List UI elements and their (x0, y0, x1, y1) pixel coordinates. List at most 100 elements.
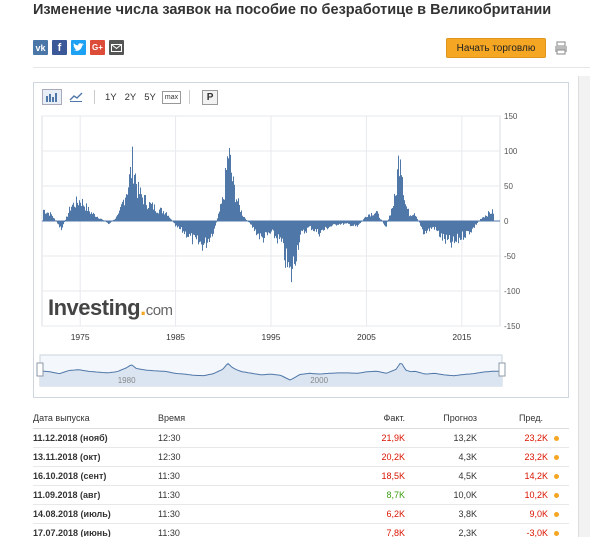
bar (98, 218, 99, 221)
range-2y[interactable]: 2Y (123, 92, 139, 103)
bar (181, 221, 182, 228)
bar (226, 169, 227, 221)
bar (240, 212, 241, 221)
bar (348, 221, 349, 224)
navigator-right-handle[interactable] (498, 362, 506, 377)
range-1y[interactable]: 1Y (103, 92, 119, 103)
bar (414, 213, 415, 221)
bar (222, 197, 223, 221)
email-icon[interactable] (109, 40, 124, 55)
bar (199, 221, 200, 243)
time-cell: 11:30 (158, 504, 278, 524)
bar (353, 221, 354, 226)
bar (63, 221, 64, 225)
bar (407, 208, 408, 221)
range-5y[interactable]: 5Y (142, 92, 158, 103)
p-button[interactable]: P (202, 89, 219, 105)
investing-logo: Investing.com (48, 295, 173, 320)
bar (359, 221, 360, 224)
google-plus-icon[interactable]: G+ (90, 40, 105, 55)
bar (123, 199, 124, 221)
bar (54, 218, 55, 221)
bar (75, 207, 76, 221)
bar (395, 195, 396, 221)
bar (406, 206, 407, 221)
bar (444, 221, 445, 240)
bar (159, 209, 160, 221)
bar (437, 221, 438, 232)
previous-cell: 23,2K (477, 447, 569, 467)
bar (476, 221, 477, 225)
bar (135, 173, 136, 221)
bar (189, 221, 190, 234)
bar (487, 216, 488, 221)
twitter-icon[interactable] (71, 40, 86, 55)
bar (141, 194, 142, 221)
bar (51, 214, 52, 221)
bar (411, 216, 412, 221)
vk-icon[interactable]: vk (33, 40, 48, 55)
actual-cell: 18,5K (278, 466, 405, 486)
bar (430, 221, 431, 228)
bar (176, 221, 177, 226)
navigator-left-handle[interactable] (36, 362, 44, 377)
range-max[interactable]: max (161, 90, 182, 104)
bar (419, 221, 420, 223)
bar (243, 216, 244, 221)
bar (69, 206, 70, 221)
chart-container: 150 100 50 0 -50 -100 -150 1975 1985 1995 2005 2015… (33, 82, 569, 398)
bar (318, 221, 319, 235)
bar (266, 221, 267, 233)
bar (478, 221, 479, 222)
bar (104, 220, 105, 222)
actual-cell: 7,8K (278, 523, 405, 537)
bar (258, 221, 259, 234)
start-trading-button[interactable]: Начать торговлю (446, 38, 546, 58)
bar (431, 221, 432, 229)
page-scrollbar[interactable] (578, 76, 590, 537)
facebook-icon[interactable]: f (52, 40, 67, 55)
x-tick-label: 1985 (166, 332, 185, 342)
bar (87, 210, 88, 221)
bar (232, 181, 233, 221)
history-table: Дата выпуска Время Факт. Прогноз Пред. 1… (33, 408, 569, 537)
previous-cell: -3,0K (477, 523, 569, 537)
bar (442, 221, 443, 241)
line-chart-icon[interactable] (66, 89, 86, 105)
bar (300, 221, 301, 235)
actual-cell: 8,7K (278, 485, 405, 505)
bar (342, 221, 343, 224)
bar (469, 221, 470, 235)
bar (446, 221, 447, 235)
bar (303, 221, 304, 230)
bar (451, 221, 452, 248)
bar-chart-icon[interactable] (42, 89, 62, 105)
print-icon[interactable] (553, 40, 569, 56)
bar (193, 221, 194, 235)
bar (84, 206, 85, 221)
bar (408, 208, 409, 221)
bar (73, 202, 74, 221)
bar (215, 221, 216, 226)
bar (207, 221, 208, 243)
table-row: 17.07.2018 (июнь) 11:30 7,8K 2,3K -3,0K (33, 523, 569, 537)
bar (62, 221, 63, 228)
bar (468, 221, 469, 232)
bar (152, 202, 153, 221)
bar (463, 221, 464, 240)
actual-cell: 20,2K (278, 447, 405, 467)
bar (81, 206, 82, 221)
bar (489, 212, 490, 221)
bar (462, 221, 463, 232)
bar (126, 194, 127, 221)
bar (209, 221, 210, 243)
bar (399, 176, 400, 221)
bar (257, 221, 258, 235)
actual-cell: 6,2K (278, 504, 405, 524)
bar (386, 221, 387, 227)
bar (213, 221, 214, 234)
x-tick-label: 1995 (262, 332, 281, 342)
bar (472, 221, 473, 229)
bar (400, 159, 401, 221)
bar (301, 221, 302, 231)
